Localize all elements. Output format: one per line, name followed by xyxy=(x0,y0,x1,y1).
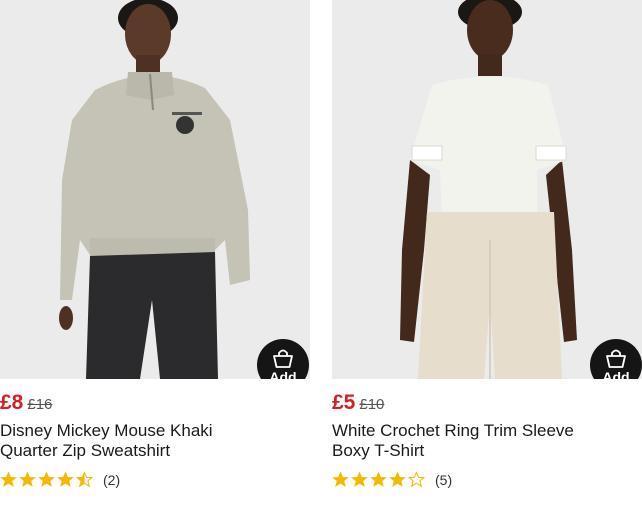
star-rating: (5) xyxy=(332,471,452,488)
original-price: £10 xyxy=(359,396,385,413)
star-full-icon xyxy=(38,471,55,487)
current-price: £8 xyxy=(0,391,24,414)
star-rating: (2) xyxy=(0,471,120,488)
product-title-line1: Disney Mickey Mouse Khaki xyxy=(0,421,213,440)
product-photo-sweatshirt xyxy=(0,0,310,379)
add-button-label: Add xyxy=(602,368,630,380)
basket-icon xyxy=(606,349,626,368)
star-full-icon xyxy=(57,471,74,487)
star-full-icon xyxy=(0,471,17,487)
product-title-line1: White Crochet Ring Trim Sleeve xyxy=(332,421,574,440)
product-photo-tshirt xyxy=(332,0,642,379)
price-row: £8 £16 xyxy=(0,391,52,415)
add-button-label: Add xyxy=(269,368,297,380)
product-grid: Add £8 £16 Disney Mickey Mouse Khaki Qua… xyxy=(0,0,642,511)
current-price: £5 xyxy=(332,391,356,414)
price-row: £5 £10 xyxy=(332,391,384,415)
star-full-icon xyxy=(332,471,349,487)
basket-icon xyxy=(273,349,293,368)
product-title-line2: Quarter Zip Sweatshirt xyxy=(0,441,171,460)
product-card[interactable]: Add £8 £16 Disney Mickey Mouse Khaki Qua… xyxy=(0,0,310,488)
review-count[interactable]: (2) xyxy=(103,472,120,488)
product-title[interactable]: Disney Mickey Mouse Khaki Quarter Zip Sw… xyxy=(0,421,300,461)
product-card[interactable]: Add £5 £10 White Crochet Ring Trim Sleev… xyxy=(332,0,642,488)
star-full-icon xyxy=(370,471,387,487)
star-full-icon xyxy=(351,471,368,487)
star-full-icon xyxy=(389,471,406,487)
review-count[interactable]: (5) xyxy=(435,472,452,488)
original-price: £16 xyxy=(27,396,53,413)
star-half-icon xyxy=(76,471,93,488)
product-image[interactable]: Add xyxy=(332,0,642,379)
product-image[interactable]: Add xyxy=(0,0,310,379)
product-title[interactable]: White Crochet Ring Trim Sleeve Boxy T-Sh… xyxy=(332,421,632,461)
product-title-line2: Boxy T-Shirt xyxy=(332,441,425,460)
star-full-icon xyxy=(19,471,36,487)
star-empty-icon xyxy=(408,471,425,488)
